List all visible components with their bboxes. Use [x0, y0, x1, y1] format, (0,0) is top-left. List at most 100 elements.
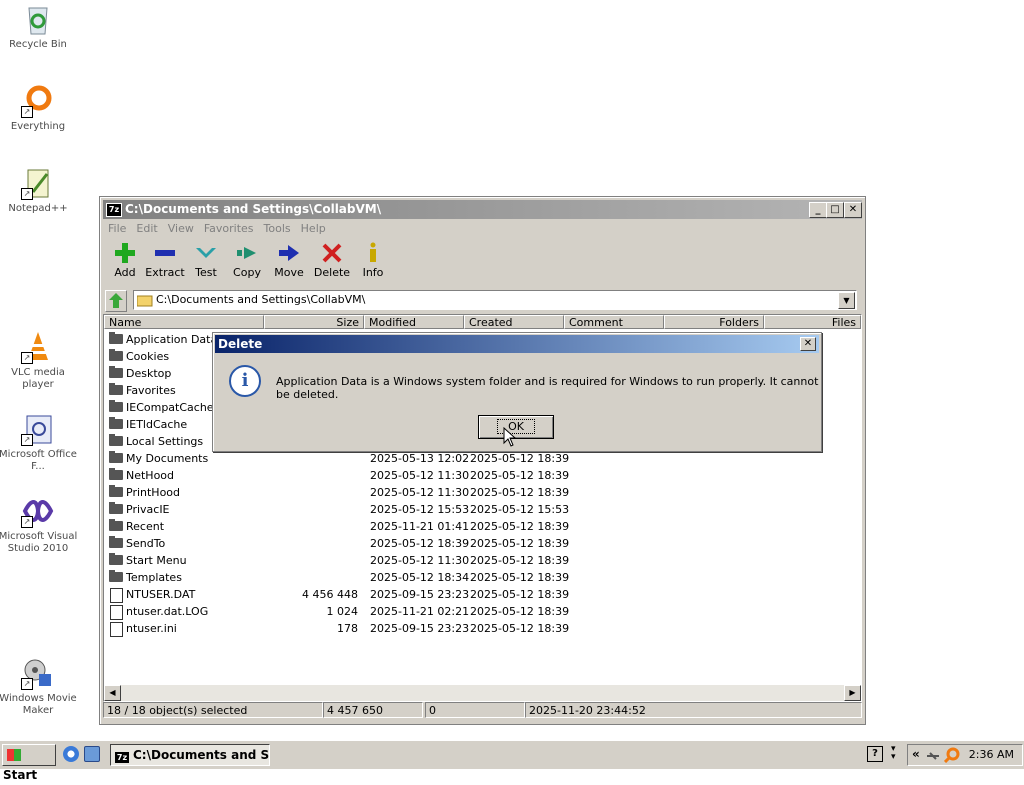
file-row[interactable]: SendTo 2025-05-12 18:39 2025-05-12 18:39: [104, 535, 861, 552]
dialog-close-button[interactable]: ✕: [800, 337, 816, 351]
file-created: 2025-05-12 18:39: [470, 622, 570, 635]
scroll-left-button[interactable]: ◀: [104, 685, 121, 701]
window-titlebar[interactable]: 7z C:\Documents and Settings\CollabVM\ _ …: [103, 200, 862, 219]
address-dropdown-button[interactable]: ▼: [838, 292, 855, 309]
extract-label: Extract: [145, 266, 185, 279]
column-header-size[interactable]: Size: [264, 315, 364, 329]
file-icon: [110, 588, 123, 603]
taskbar-window-label: C:\Documents and Se...: [133, 748, 270, 762]
desktop-icon-everything[interactable]: ↗ Everything: [0, 84, 78, 133]
file-row[interactable]: My Documents 2025-05-13 12:02 2025-05-12 1…: [104, 450, 861, 467]
file-created: 2025-05-12 18:39: [470, 554, 570, 567]
delete-label: Delete: [313, 266, 351, 279]
7zip-app-icon: 7z: [115, 752, 129, 763]
test-button[interactable]: Test: [184, 240, 228, 279]
file-row[interactable]: NTUSER.DAT 4 456 448 2025-09-15 23:23 2025-…: [104, 586, 861, 603]
status-bar: 18 / 18 object(s) selected 4 457 650 0 2…: [103, 702, 862, 720]
desktop-icon-vlc[interactable]: ↗ VLC media player: [0, 330, 78, 391]
column-header-created[interactable]: Created: [464, 315, 564, 329]
file-row[interactable]: NetHood 2025-05-12 11:30 2025-05-12 18:39: [104, 467, 861, 484]
file-created: 2025-05-12 18:39: [470, 605, 570, 618]
file-modified: 2025-05-13 12:02: [370, 452, 470, 465]
maximize-button[interactable]: □: [826, 202, 844, 218]
menu-help[interactable]: Help: [296, 220, 331, 238]
help-icon[interactable]: ?: [867, 746, 883, 762]
recycle-bin-icon: [21, 2, 55, 36]
desktop-icon-movie-maker[interactable]: ↗ Windows Movie Maker: [0, 656, 78, 717]
windows-logo-icon: [7, 749, 21, 761]
minimize-button[interactable]: _: [809, 202, 827, 218]
address-text: C:\Documents and Settings\CollabVM\: [156, 293, 366, 306]
folder-icon: [109, 485, 123, 497]
copy-button[interactable]: Copy: [225, 240, 269, 279]
menu-tools[interactable]: Tools: [259, 220, 296, 238]
move-arrow-icon: [279, 245, 299, 261]
check-icon: [196, 248, 216, 258]
menu-favorites[interactable]: Favorites: [199, 220, 259, 238]
add-button[interactable]: Add: [103, 240, 147, 279]
dialog-titlebar[interactable]: Delete ✕: [215, 335, 819, 353]
desktop-icon-recycle-bin[interactable]: Recycle Bin: [0, 2, 78, 51]
folder-icon: [109, 570, 123, 582]
taskbar: Start 7z C:\Documents and Se... ? ▾▾ « 2:…: [0, 740, 1024, 782]
file-name: Recent: [126, 520, 165, 533]
file-icon: [110, 622, 123, 637]
file-created: 2025-05-12 18:39: [470, 571, 570, 584]
menu-file[interactable]: File: [103, 220, 131, 238]
file-name: Start Menu: [126, 554, 187, 567]
horizontal-scrollbar[interactable]: ◀ ▶: [104, 685, 861, 701]
folder-icon: [109, 400, 123, 412]
file-icon: [110, 605, 123, 620]
file-row[interactable]: PrintHood 2025-05-12 11:30 2025-05-12 18:3…: [104, 484, 861, 501]
tray-options-icon[interactable]: ▾ ▾: [891, 745, 896, 762]
desktop-icon-label: VLC media player: [11, 367, 65, 390]
desktop-icon-visual-studio[interactable]: ↗ Microsoft Visual Studio 2010: [0, 494, 78, 555]
taskbar-window-button[interactable]: 7z C:\Documents and Se...: [110, 744, 270, 766]
delete-button[interactable]: Delete: [310, 240, 354, 279]
internet-explorer-icon[interactable]: [63, 746, 79, 762]
file-name: Desktop: [126, 367, 172, 380]
column-header-files[interactable]: Files: [764, 315, 861, 329]
file-row[interactable]: ntuser.dat.LOG 1 024 2025-11-21 02:21 2025-…: [104, 603, 861, 620]
tray-expand-button[interactable]: «: [912, 747, 920, 761]
move-label: Move: [274, 266, 304, 279]
folder-icon: [109, 468, 123, 480]
address-combobox[interactable]: C:\Documents and Settings\CollabVM\ ▼: [133, 290, 857, 310]
file-name: ntuser.dat.LOG: [126, 605, 209, 618]
file-row[interactable]: Templates 2025-05-12 18:34 2025-05-12 18:3…: [104, 569, 861, 586]
move-button[interactable]: Move: [267, 240, 311, 279]
desktop-icon-notepadpp[interactable]: ↗ Notepad++: [0, 166, 78, 215]
file-row[interactable]: Start Menu 2025-05-12 11:30 2025-05-12 18:…: [104, 552, 861, 569]
column-header-comment[interactable]: Comment: [564, 315, 664, 329]
start-button[interactable]: Start: [2, 744, 56, 782]
file-modified: 2025-11-21 01:41: [370, 520, 470, 533]
info-button[interactable]: Info: [351, 240, 395, 279]
everything-tray-icon[interactable]: [944, 747, 960, 763]
file-created: 2025-05-12 18:39: [470, 537, 570, 550]
scroll-right-button[interactable]: ▶: [844, 685, 861, 701]
menu-edit[interactable]: Edit: [131, 220, 162, 238]
folder-icon: [109, 332, 123, 344]
column-header-modified[interactable]: Modified: [364, 315, 464, 329]
dialog-title: Delete: [218, 337, 263, 351]
extract-button[interactable]: Extract: [143, 240, 187, 279]
file-modified: 2025-09-15 23:23: [370, 622, 470, 635]
test-label: Test: [195, 266, 217, 279]
file-row[interactable]: ntuser.ini 178 2025-09-15 23:23 2025-05-12 …: [104, 620, 861, 637]
file-row[interactable]: PrivacIE 2025-05-12 15:53 2025-05-12 15:53: [104, 501, 861, 518]
file-row[interactable]: Recent 2025-11-21 01:41 2025-05-12 18:39: [104, 518, 861, 535]
shortcut-arrow-icon: ↗: [21, 188, 33, 200]
folder-up-button[interactable]: [105, 290, 127, 312]
column-header-folders[interactable]: Folders: [664, 315, 764, 329]
file-size: 178: [337, 622, 358, 635]
desktop-icon-office[interactable]: ↗ Microsoft Office F...: [0, 412, 78, 473]
menu-view[interactable]: View: [163, 220, 199, 238]
clock[interactable]: 2:36 AM: [969, 745, 1014, 765]
column-header-name[interactable]: Name: [104, 315, 264, 329]
shortcut-arrow-icon: ↗: [21, 106, 33, 118]
window-title: C:\Documents and Settings\CollabVM\: [125, 202, 382, 216]
desktop-shortcut-icon[interactable]: [84, 746, 100, 762]
shortcut-arrow-icon: ↗: [21, 352, 33, 364]
close-button[interactable]: ✕: [844, 202, 862, 218]
info-icon: [370, 242, 376, 262]
